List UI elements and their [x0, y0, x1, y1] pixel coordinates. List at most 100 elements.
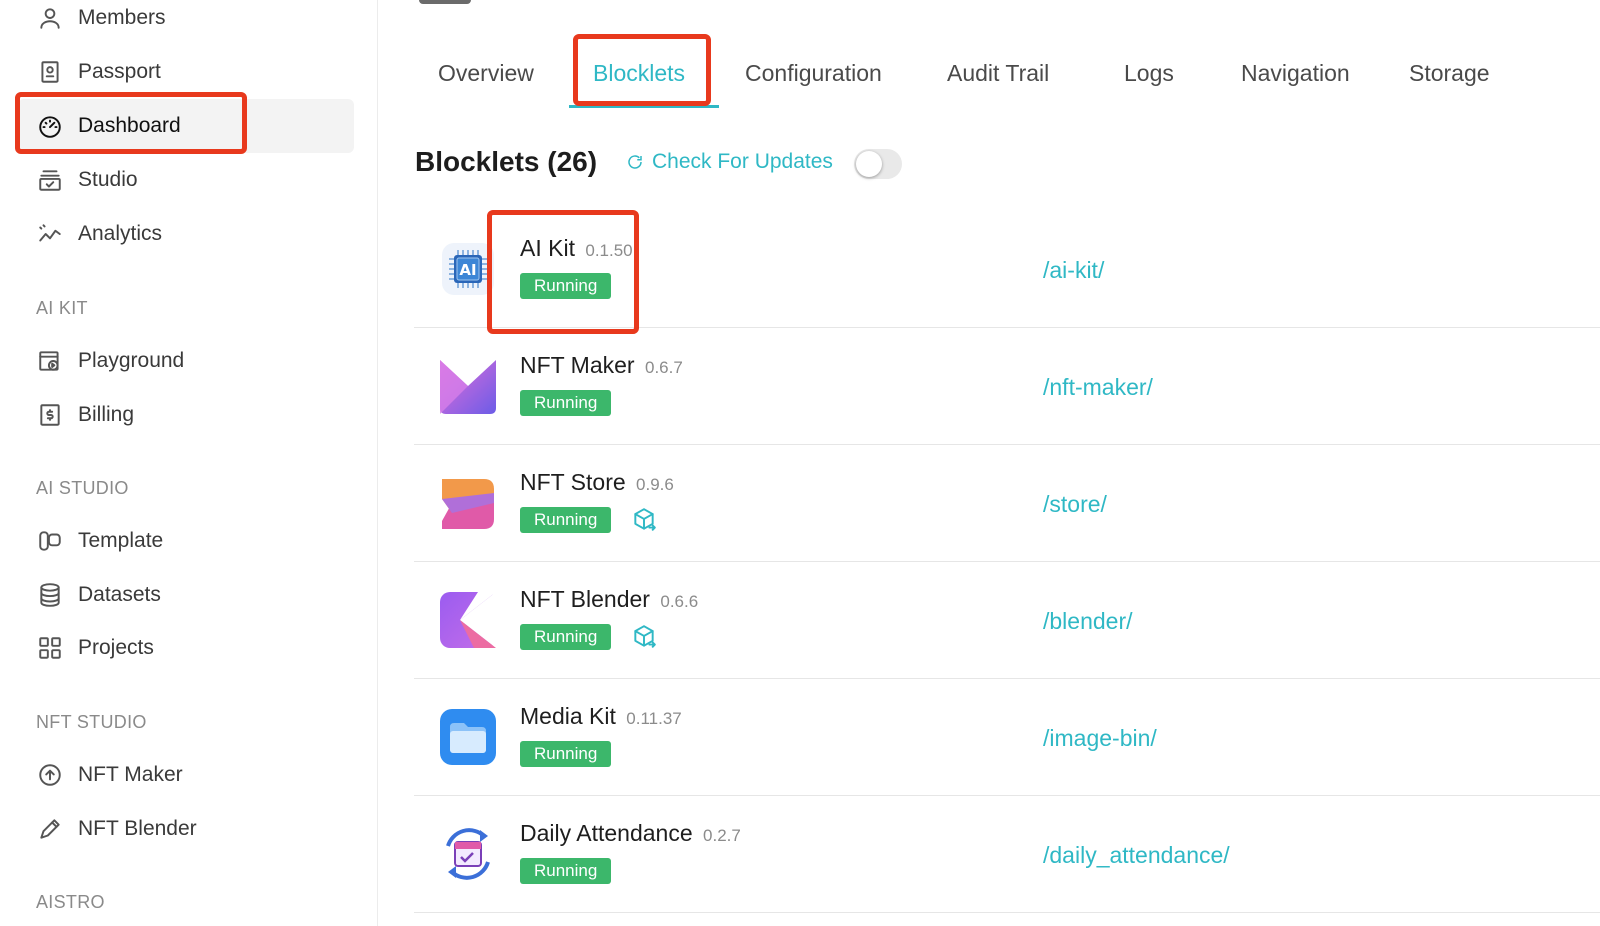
ai-chip-logo: AI	[438, 239, 498, 299]
list-item[interactable]: NFT Maker 0.6.7 Running /nft-maker/	[414, 328, 1600, 445]
svg-text:AI: AI	[459, 261, 476, 279]
list-item[interactable]: Media Kit 0.11.37 Running /image-bin/	[414, 679, 1600, 796]
sidebar-item-label: NFT Blender	[78, 817, 197, 840]
list-item[interactable]: NFT Blender 0.6.6 Running /blender/	[414, 562, 1600, 679]
datasets-icon	[36, 581, 64, 609]
sidebar: Members Passport Dashboard Studio Analyt…	[0, 0, 378, 926]
sidebar-item-label: NFT Maker	[78, 763, 183, 786]
sidebar-item-datasets[interactable]: Datasets	[18, 568, 354, 622]
sidebar-item-playground[interactable]: Playground	[18, 334, 354, 388]
dashboard-icon	[36, 112, 64, 140]
blocklet-name[interactable]: AI Kit 0.1.50	[520, 235, 633, 262]
sidebar-item-nft-maker[interactable]: NFT Maker	[18, 748, 354, 802]
section-title-aistro: AISTRO	[36, 892, 105, 912]
section-title-nft-studio: NFT STUDIO	[36, 712, 147, 732]
status-badge: Running	[520, 390, 612, 416]
mount-path-link[interactable]: /image-bin/	[1043, 725, 1157, 752]
sidebar-item-members[interactable]: Members	[18, 0, 354, 45]
sidebar-item-billing[interactable]: Billing	[18, 388, 354, 442]
sidebar-item-label: Analytics	[78, 222, 163, 245]
blocklets-title: Blocklets (26)	[415, 146, 598, 177]
nft-blender-logo	[438, 590, 498, 650]
sidebar-item-label: Template	[78, 529, 164, 552]
check-for-updates-label: Check For Updates	[652, 150, 833, 173]
sidebar-item-dashboard[interactable]: Dashboard	[18, 99, 354, 153]
blocklet-name[interactable]: Media Kit 0.11.37	[520, 703, 682, 730]
blocklet-name[interactable]: Daily Attendance 0.2.7	[520, 820, 741, 847]
status-badge: Running	[520, 624, 612, 650]
auto-update-toggle[interactable]	[854, 149, 902, 179]
analytics-icon	[36, 220, 64, 248]
check-for-updates-button[interactable]: Check For Updates	[626, 150, 833, 174]
refresh-icon	[628, 155, 642, 169]
sidebar-item-nft-blender[interactable]: NFT Blender	[18, 802, 354, 856]
sidebar-item-template[interactable]: Template	[18, 514, 354, 568]
cube-upgrade-icon[interactable]	[631, 507, 657, 533]
list-item[interactable]: NFT Store 0.9.6 Running /store/	[414, 445, 1600, 562]
blocklet-name[interactable]: NFT Store 0.9.6	[520, 469, 674, 496]
tab-navigation[interactable]: Navigation	[1241, 60, 1350, 87]
sidebar-item-passport[interactable]: Passport	[18, 45, 354, 99]
section-title-ai-kit: AI KIT	[36, 298, 88, 318]
template-icon	[36, 527, 64, 555]
status-badge: Running	[520, 858, 612, 884]
daily-attendance-logo	[438, 824, 498, 884]
blocklet-name[interactable]: NFT Blender 0.6.6	[520, 586, 698, 613]
sidebar-item-label: Playground	[78, 349, 185, 372]
passport-icon	[36, 58, 64, 86]
list-item[interactable]: Daily Attendance 0.2.7 Running /daily_at…	[414, 796, 1600, 913]
blocklet-version: 0.1.50	[585, 241, 633, 260]
blocklet-name-text: Daily Attendance	[520, 820, 693, 846]
user-icon	[36, 4, 64, 32]
sidebar-item-projects[interactable]: Projects	[18, 621, 354, 675]
blocklet-name-text: AI Kit	[520, 235, 575, 261]
pen-icon	[36, 815, 64, 843]
projects-icon	[36, 634, 64, 662]
sidebar-item-label: Passport	[78, 60, 161, 83]
blocklet-version: 0.2.7	[703, 826, 741, 845]
blocklet-version: 0.6.6	[660, 592, 699, 611]
blocklet-name-text: NFT Store	[520, 469, 626, 495]
section-title-ai-studio: AI STUDIO	[36, 478, 129, 498]
blocklet-name[interactable]: NFT Maker 0.6.7	[520, 352, 683, 379]
tab-overview[interactable]: Overview	[438, 60, 534, 87]
sidebar-item-label: Members	[78, 6, 166, 29]
mount-path-link[interactable]: /ai-kit/	[1043, 257, 1104, 284]
status-badge: Running	[520, 273, 612, 299]
upload-circle-icon	[36, 761, 64, 789]
sidebar-item-label: Dashboard	[78, 114, 181, 137]
studio-icon	[36, 166, 64, 194]
cube-upgrade-icon[interactable]	[631, 624, 657, 650]
mount-path-link[interactable]: /blender/	[1043, 608, 1133, 635]
sidebar-item-studio[interactable]: Studio	[18, 153, 354, 207]
blocklet-name-text: Media Kit	[520, 703, 616, 729]
tab-logs[interactable]: Logs	[1124, 60, 1174, 87]
sidebar-item-label: Projects	[78, 636, 154, 659]
tab-audit-trail[interactable]: Audit Trail	[947, 60, 1049, 87]
tab-storage[interactable]: Storage	[1409, 60, 1490, 87]
tab-configuration[interactable]: Configuration	[745, 60, 882, 87]
mount-path-link[interactable]: /store/	[1043, 491, 1107, 518]
toggle-knob	[856, 151, 882, 177]
sidebar-item-label: Billing	[78, 403, 135, 426]
active-tab-indicator	[569, 105, 719, 108]
status-badge: Running	[520, 741, 612, 767]
blocklet-version: 0.6.7	[644, 358, 683, 377]
blocklet-version: 0.9.6	[636, 475, 674, 494]
sidebar-item-label: Studio	[78, 168, 138, 191]
main-content: Overview Blocklets Configuration Audit T…	[379, 0, 1600, 926]
top-bar-fragment	[419, 0, 471, 4]
status-badge: Running	[520, 507, 612, 533]
mount-path-link[interactable]: /nft-maker/	[1043, 374, 1153, 401]
tab-blocklets[interactable]: Blocklets	[593, 60, 685, 87]
tab-bar: Overview Blocklets Configuration Audit T…	[379, 48, 1600, 108]
media-kit-logo	[438, 707, 498, 767]
nft-maker-logo	[438, 356, 498, 416]
nft-store-logo	[438, 473, 498, 533]
mount-path-link[interactable]: /daily_attendance/	[1043, 842, 1230, 869]
sidebar-item-analytics[interactable]: Analytics	[18, 207, 354, 261]
blocklet-name-text: NFT Maker	[520, 352, 635, 378]
list-item[interactable]: AI AI Kit 0.1.50 Running /ai-kit/	[414, 211, 1600, 328]
sidebar-item-label: Datasets	[78, 583, 161, 606]
blocklet-name-text: NFT Blender	[520, 586, 650, 612]
